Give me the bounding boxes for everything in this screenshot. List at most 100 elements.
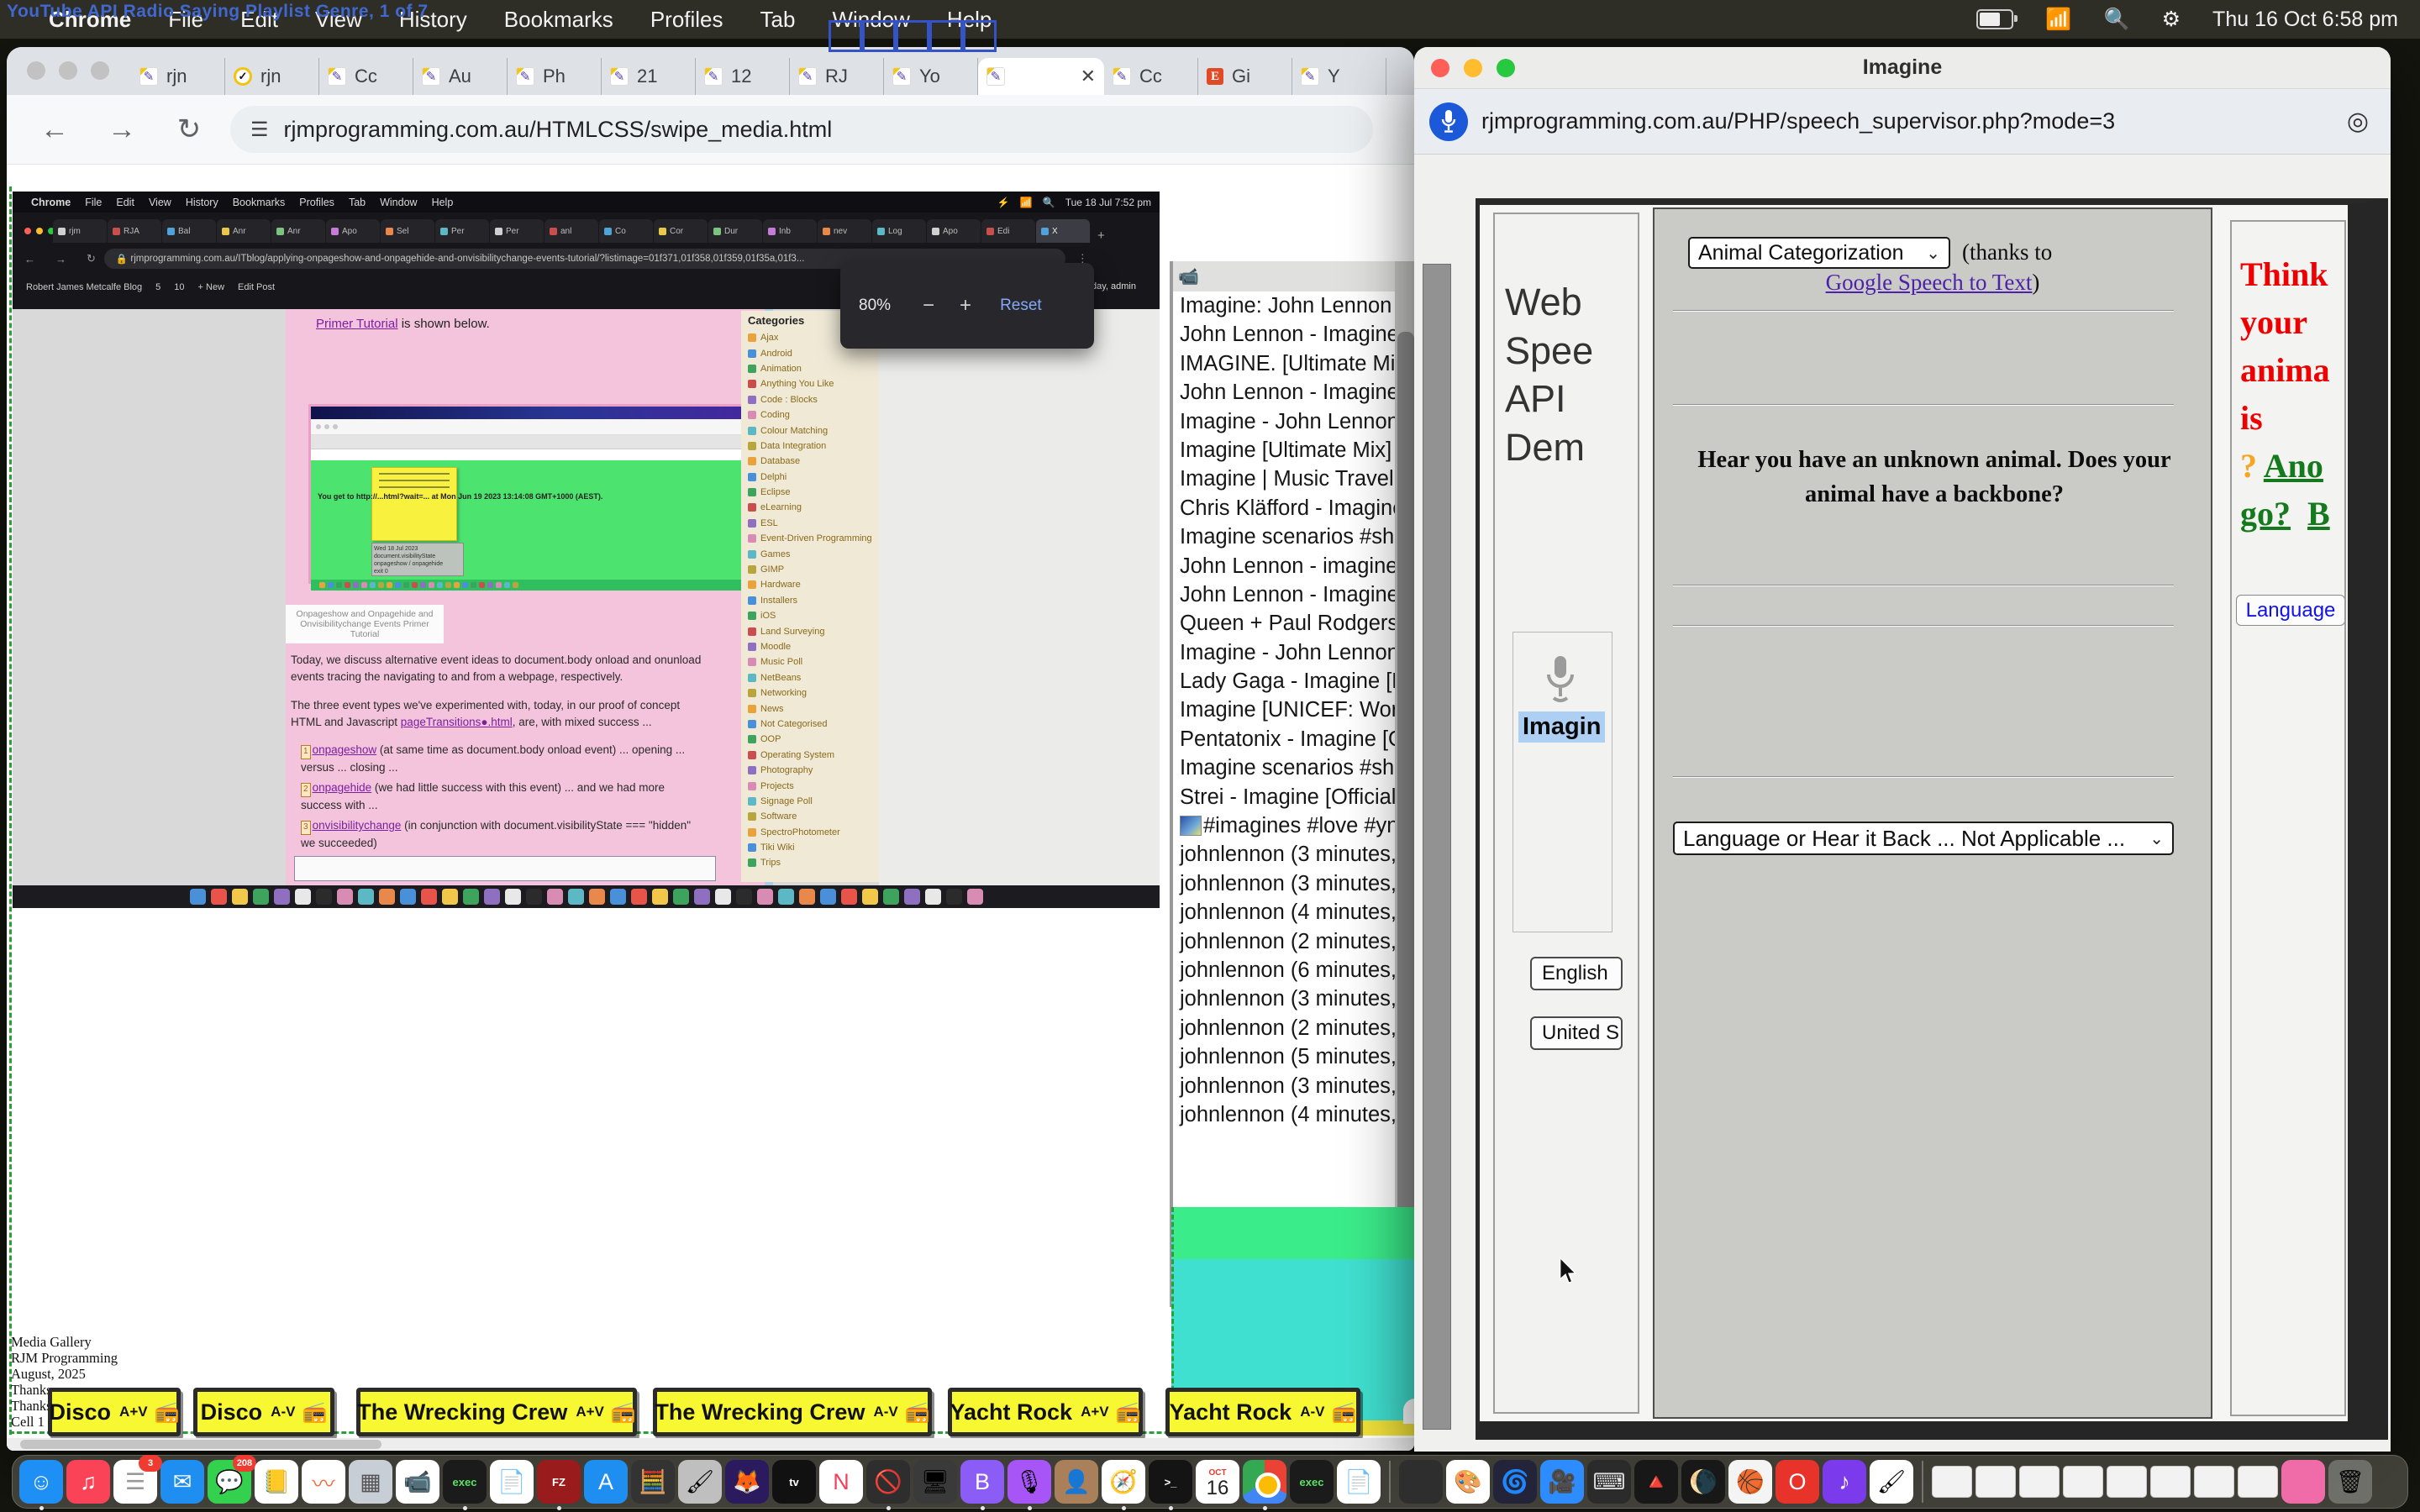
video-list-item[interactable]: johnlennon (2 minutes, [1173, 927, 1414, 956]
category-code-blocks[interactable]: Code : Blocks [748, 392, 879, 407]
imagine-window-controls[interactable] [1431, 59, 1515, 77]
category-data-integration[interactable]: Data Integration [748, 438, 879, 454]
dock-window-tile[interactable] [1975, 1466, 2016, 1498]
tab-Gi[interactable]: EGi [1198, 58, 1292, 95]
forward-button[interactable]: → [103, 113, 141, 146]
the-wrecking-crew-a+v-button[interactable]: The Wrecking CrewA+V📻 [356, 1388, 637, 1436]
category-oop[interactable]: OOP [748, 732, 879, 747]
dock-icon[interactable]: 🌘 [1681, 1460, 1725, 1504]
dock-icon[interactable]: 🖌 [1870, 1460, 1913, 1504]
dock-window-tile[interactable] [2150, 1466, 2191, 1498]
video-list-item[interactable]: John Lennon - Imagine [1173, 320, 1414, 349]
video-list-item[interactable]: Imagine - John Lennon [1173, 638, 1414, 667]
video-list-item[interactable]: Imagine scenarios #sho [1173, 753, 1414, 782]
the-wrecking-crew-a-v-button[interactable]: The Wrecking CrewA-V📻 [653, 1388, 932, 1436]
dock-icon[interactable]: 👤 [1055, 1460, 1098, 1504]
dock-icon[interactable]: ▦ [349, 1460, 392, 1504]
disco-a-v-button[interactable]: DiscoA-V📻 [193, 1388, 334, 1436]
another-go-link-2[interactable]: go? [2240, 495, 2291, 533]
category-anything-you-like[interactable]: Anything You Like [748, 376, 879, 391]
menu-item-profiles[interactable]: Profiles [650, 7, 723, 33]
mini-post-card[interactable]: Onpageshow and Onpagehide and Onvisibili… [286, 605, 444, 643]
page-transitions-link[interactable]: pageTransitions●.html [401, 716, 513, 728]
video-list-item[interactable]: Imagine | Music Travel L [1173, 465, 1414, 493]
reload-button[interactable]: ↻ [170, 113, 208, 146]
tab-active[interactable]: ✎✕ [978, 58, 1104, 95]
category-software[interactable]: Software [748, 809, 879, 824]
dock-icon[interactable]: 🗑 [2328, 1460, 2372, 1504]
dock-icon[interactable]: 🎥 [1540, 1460, 1584, 1504]
dock-icon[interactable]: exec [443, 1460, 487, 1504]
horizontal-scrollbar[interactable] [7, 1438, 1414, 1451]
category-colour-matching[interactable]: Colour Matching [748, 423, 879, 438]
zoom-reset-button[interactable]: Reset [1000, 297, 1042, 315]
mini-comment-box[interactable] [294, 856, 716, 881]
video-list-item[interactable]: johnlennon (2 minutes, [1173, 1014, 1414, 1042]
category-spectrophotometer[interactable]: SpectroPhotometer [748, 825, 879, 840]
video-list-item[interactable]: johnlennon (6 minutes, [1173, 956, 1414, 984]
category-netbeans[interactable]: NetBeans [748, 670, 879, 685]
zoom-in-button[interactable]: + [960, 294, 971, 318]
video-list-item[interactable]: Lady Gaga - Imagine [L [1173, 667, 1414, 696]
dock-icon[interactable]: FZ [537, 1460, 581, 1504]
category-moodle[interactable]: Moodle [748, 639, 879, 654]
category-not-categorised[interactable]: Not Categorised [748, 717, 879, 732]
category-coding[interactable]: Coding [748, 407, 879, 423]
transcript-text[interactable]: Imagin [1518, 711, 1605, 743]
tab-Cc[interactable]: ✎Cc [1104, 58, 1198, 95]
address-bar[interactable]: ☰ rjmprogramming.com.au/HTMLCSS/swipe_me… [230, 106, 1373, 153]
category-ios[interactable]: iOS [748, 608, 879, 623]
dock-icon[interactable]: ☺ [19, 1460, 63, 1504]
language-button[interactable]: Language [2236, 595, 2345, 626]
video-list-item[interactable]: Imagine: John Lennon ( [1173, 291, 1414, 320]
video-list-item[interactable]: Chris Kläfford - Imagine [1173, 494, 1414, 522]
category-esl[interactable]: ESL [748, 516, 879, 531]
category-games[interactable]: Games [748, 546, 879, 561]
zoom-out-button[interactable]: − [923, 294, 934, 318]
dock-icon[interactable]: 📹 [396, 1460, 439, 1504]
dock-window-tile[interactable] [2238, 1466, 2278, 1498]
back-button[interactable]: ← [35, 113, 74, 146]
tab-12[interactable]: ✎12 [696, 58, 790, 95]
category-hardware[interactable]: Hardware [748, 577, 879, 592]
imagine-left-scrollbar[interactable] [1423, 264, 1451, 1430]
dock-icon[interactable]: ✉ [160, 1460, 204, 1504]
dock-icon-calendar[interactable]: OCT16 [1196, 1460, 1239, 1504]
video-list-item[interactable]: Strei - Imagine [Official [1173, 783, 1414, 811]
category-networking[interactable]: Networking [748, 685, 879, 701]
category-projects[interactable]: Projects [748, 778, 879, 793]
video-list-scrollbar[interactable] [1395, 261, 1414, 1307]
dock-icon[interactable]: 🎙 [1007, 1460, 1051, 1504]
video-list-item[interactable]: johnlennon (5 minutes, [1173, 1042, 1414, 1071]
dock-icon[interactable]: ☰3 [113, 1460, 157, 1504]
category-select[interactable]: Animal Categorization⌄ [1688, 237, 1950, 269]
category-event-driven-programming[interactable]: Event-Driven Programming [748, 531, 879, 546]
dock-window-tile[interactable] [2063, 1466, 2103, 1498]
imagine-url-text[interactable]: rjmprogramming.com.au/PHP/speech_supervi… [1481, 108, 2115, 134]
dock-icon[interactable]: 🚫 [866, 1460, 910, 1504]
video-list-item[interactable]: IMAGINE. [Ultimate Mix [1173, 349, 1414, 378]
mic-permission-icon[interactable] [1429, 102, 1468, 141]
tab-rjn[interactable]: ✎rjn [131, 58, 225, 95]
eye-icon[interactable]: ◎ [2347, 107, 2369, 136]
tab-Yo[interactable]: ✎Yo [884, 58, 978, 95]
tab-close-icon[interactable]: ✕ [1081, 66, 1096, 87]
category-elearning[interactable]: eLearning [748, 500, 879, 515]
video-list-item[interactable]: johnlennon (3 minutes, [1173, 984, 1414, 1013]
google-speech-link[interactable]: Google Speech to Text [1826, 270, 2033, 295]
yacht-rock-a+v-button[interactable]: Yacht RockA+V📻 [948, 1388, 1143, 1436]
microphone-icon[interactable] [1544, 654, 1577, 707]
video-list-item[interactable]: Imagine - John Lennon [1173, 407, 1414, 436]
wifi-icon[interactable]: 📶 [2045, 8, 2071, 32]
category-news[interactable]: News [748, 701, 879, 716]
dock-icon[interactable]: B [960, 1460, 1004, 1504]
tab-RJ[interactable]: ✎RJ [790, 58, 884, 95]
category-tiki-wiki[interactable]: Tiki Wiki [748, 840, 879, 855]
window-controls[interactable] [27, 61, 109, 80]
tab-Y[interactable]: ✎Y [1292, 58, 1386, 95]
back-link[interactable]: B [2307, 495, 2330, 533]
another-go-link[interactable]: Ano [2264, 447, 2323, 485]
tab-Ph[interactable]: ✎Ph [508, 58, 602, 95]
screenshot-video-frame[interactable]: ChromeFileEditViewHistoryBookmarksProfil… [13, 192, 1160, 908]
video-list-item[interactable]: Imagine [Ultimate Mix] ( [1173, 436, 1414, 465]
